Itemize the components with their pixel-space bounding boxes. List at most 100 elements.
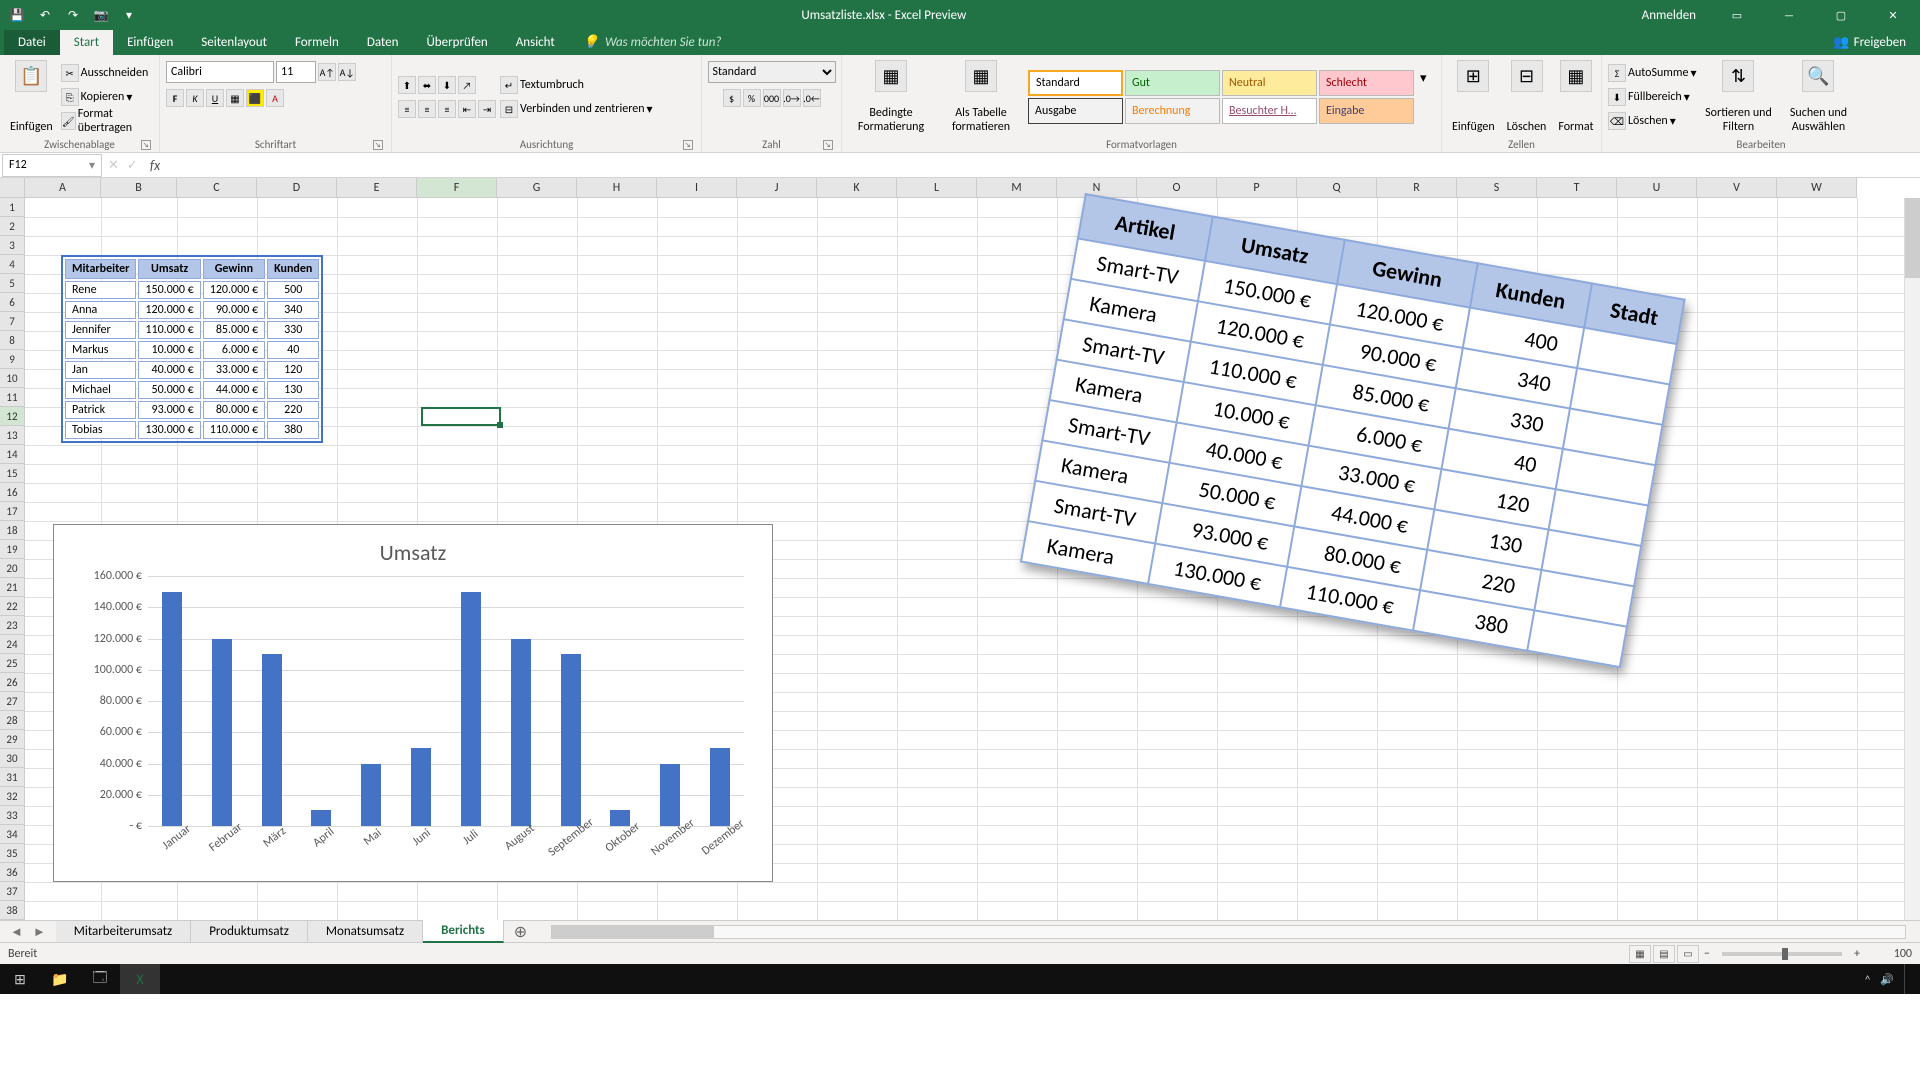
row-header-19[interactable]: 19 — [0, 540, 25, 559]
style-ausgabe[interactable]: Ausgabe — [1028, 98, 1123, 124]
col-header-E[interactable]: E — [337, 178, 417, 198]
row-header-1[interactable]: 1 — [0, 198, 25, 217]
underline-icon[interactable]: U — [206, 89, 224, 107]
sort-filter-button[interactable]: ⇅Sortieren und Filtern — [1700, 58, 1776, 136]
style-neutral[interactable]: Neutral — [1222, 70, 1317, 96]
increase-font-icon[interactable]: A↑ — [318, 63, 336, 81]
border-icon[interactable]: ▦ — [226, 89, 244, 107]
row-header-20[interactable]: 20 — [0, 559, 25, 578]
tab-daten[interactable]: Daten — [353, 30, 413, 55]
align-right-icon[interactable]: ≡ — [438, 100, 456, 118]
tray-up-icon[interactable]: ^ — [1865, 973, 1870, 986]
row-header-24[interactable]: 24 — [0, 635, 25, 654]
format-as-table-button[interactable]: ▦Als Tabelle formatieren — [938, 58, 1024, 136]
merge-center-button[interactable]: ⊟Verbinden und zentrieren ▾ — [500, 98, 653, 120]
col-header-P[interactable]: P — [1217, 178, 1297, 198]
next-sheet-icon[interactable]: ► — [33, 924, 46, 940]
worksheet-grid[interactable]: ABCDEFGHIJKLMNOPQRSTUVW 1234567891011121… — [0, 178, 1920, 920]
row-header-38[interactable]: 38 — [0, 901, 25, 920]
col-header-F[interactable]: F — [417, 178, 497, 198]
save-icon[interactable]: 💾 — [8, 6, 26, 24]
sheet-tab-mitarbeiterumsatz[interactable]: Mitarbeiterumsatz — [56, 921, 191, 942]
row-header-13[interactable]: 13 — [0, 426, 25, 445]
row-header-3[interactable]: 3 — [0, 236, 25, 255]
row-header-34[interactable]: 34 — [0, 825, 25, 844]
find-select-button[interactable]: 🔍Suchen und Auswählen — [1780, 58, 1856, 136]
col-header-M[interactable]: M — [977, 178, 1057, 198]
col-header-A[interactable]: A — [25, 178, 101, 198]
col-header-I[interactable]: I — [657, 178, 737, 198]
file-explorer-icon[interactable]: 📁 — [40, 964, 80, 994]
page-layout-icon[interactable]: ▤ — [1653, 945, 1675, 963]
chart-umsatz[interactable]: Umsatz 160.000 €140.000 €120.000 €100.00… — [53, 524, 773, 882]
row-header-5[interactable]: 5 — [0, 274, 25, 293]
bold-icon[interactable]: F — [166, 89, 184, 107]
style-gut[interactable]: Gut — [1125, 70, 1220, 96]
row-header-30[interactable]: 30 — [0, 749, 25, 768]
row-header-26[interactable]: 26 — [0, 673, 25, 692]
increase-decimal-icon[interactable]: .0→ — [783, 89, 801, 107]
delete-cells-button[interactable]: ⊟Löschen — [1503, 58, 1551, 136]
sheet-tab-produktumsatz[interactable]: Produktumsatz — [191, 921, 308, 942]
column-headers[interactable]: ABCDEFGHIJKLMNOPQRSTUVW — [0, 178, 1857, 198]
row-header-28[interactable]: 28 — [0, 711, 25, 730]
zoom-in-icon[interactable]: + — [1850, 947, 1864, 961]
format-painter-button[interactable]: 🖌Format übertragen — [61, 110, 153, 132]
decrease-font-icon[interactable]: A↓ — [338, 63, 356, 81]
excel-taskbar-icon[interactable]: X — [120, 964, 160, 994]
conditional-formatting-button[interactable]: ▦Bedingte Formatierung — [848, 58, 934, 136]
sheet-tab-monatsumsatz[interactable]: Monatsumsatz — [308, 921, 423, 942]
prev-sheet-icon[interactable]: ◄ — [10, 924, 23, 940]
row-header-2[interactable]: 2 — [0, 217, 25, 236]
indent-decrease-icon[interactable]: ⇤ — [458, 100, 476, 118]
row-header-18[interactable]: 18 — [0, 521, 25, 540]
formula-input[interactable] — [168, 154, 1920, 177]
align-bottom-icon[interactable]: ⬇ — [438, 76, 456, 94]
qat-customize-icon[interactable]: ▾ — [120, 6, 138, 24]
page-break-icon[interactable]: ▭ — [1677, 945, 1699, 963]
style-berechnung[interactable]: Berechnung — [1125, 98, 1220, 124]
row-header-35[interactable]: 35 — [0, 844, 25, 863]
autosum-button[interactable]: ΣAutoSumme ▾ — [1608, 62, 1696, 84]
font-size-input[interactable] — [276, 61, 316, 83]
number-format-select[interactable]: Standard — [708, 61, 836, 83]
show-desktop[interactable] — [1904, 964, 1910, 994]
tab-einfuegen[interactable]: Einfügen — [113, 30, 187, 55]
horizontal-scrollbar[interactable] — [551, 925, 1906, 939]
active-cell[interactable] — [421, 407, 501, 426]
col-header-B[interactable]: B — [101, 178, 177, 198]
share-button[interactable]: 👥Freigeben — [1819, 30, 1920, 55]
styles-more-icon[interactable]: ▾ — [1420, 71, 1427, 123]
row-header-8[interactable]: 8 — [0, 331, 25, 350]
decrease-decimal-icon[interactable]: .0← — [803, 89, 821, 107]
tab-ueberpruefen[interactable]: Überprüfen — [412, 30, 501, 55]
fill-color-icon[interactable]: ⬛ — [246, 89, 264, 107]
close-button[interactable]: ✕ — [1870, 0, 1916, 30]
row-header-4[interactable]: 4 — [0, 255, 25, 274]
dialog-launcher-icon[interactable]: ↘ — [683, 140, 693, 150]
fill-button[interactable]: ⬇Füllbereich ▾ — [1608, 86, 1696, 108]
tab-datei[interactable]: Datei — [4, 30, 60, 55]
minimize-button[interactable]: — — [1766, 0, 1812, 30]
row-header-9[interactable]: 9 — [0, 350, 25, 369]
signin-link[interactable]: Anmelden — [1630, 8, 1708, 23]
row-header-32[interactable]: 32 — [0, 787, 25, 806]
clear-button[interactable]: ⌫Löschen ▾ — [1608, 110, 1696, 132]
row-header-17[interactable]: 17 — [0, 502, 25, 521]
row-header-6[interactable]: 6 — [0, 293, 25, 312]
row-header-7[interactable]: 7 — [0, 312, 25, 331]
row-header-12[interactable]: 12 — [0, 407, 25, 426]
tab-ansicht[interactable]: Ansicht — [502, 30, 569, 55]
italic-icon[interactable]: K — [186, 89, 204, 107]
ribbon-options-icon[interactable]: ▭ — [1714, 0, 1760, 30]
name-box[interactable]: F12 ▾ — [2, 154, 102, 177]
sound-icon[interactable]: 🔊 — [1880, 973, 1894, 986]
style-eingabe[interactable]: Eingabe — [1319, 98, 1414, 124]
percent-icon[interactable]: % — [743, 89, 761, 107]
tell-me[interactable]: 💡Was möchten Sie tun? — [569, 30, 736, 55]
col-header-D[interactable]: D — [257, 178, 337, 198]
align-left-icon[interactable]: ≡ — [398, 100, 416, 118]
orientation-icon[interactable]: ↗ — [458, 76, 476, 94]
system-tray[interactable]: ^ 🔊 — [1865, 964, 1920, 994]
col-header-G[interactable]: G — [497, 178, 577, 198]
